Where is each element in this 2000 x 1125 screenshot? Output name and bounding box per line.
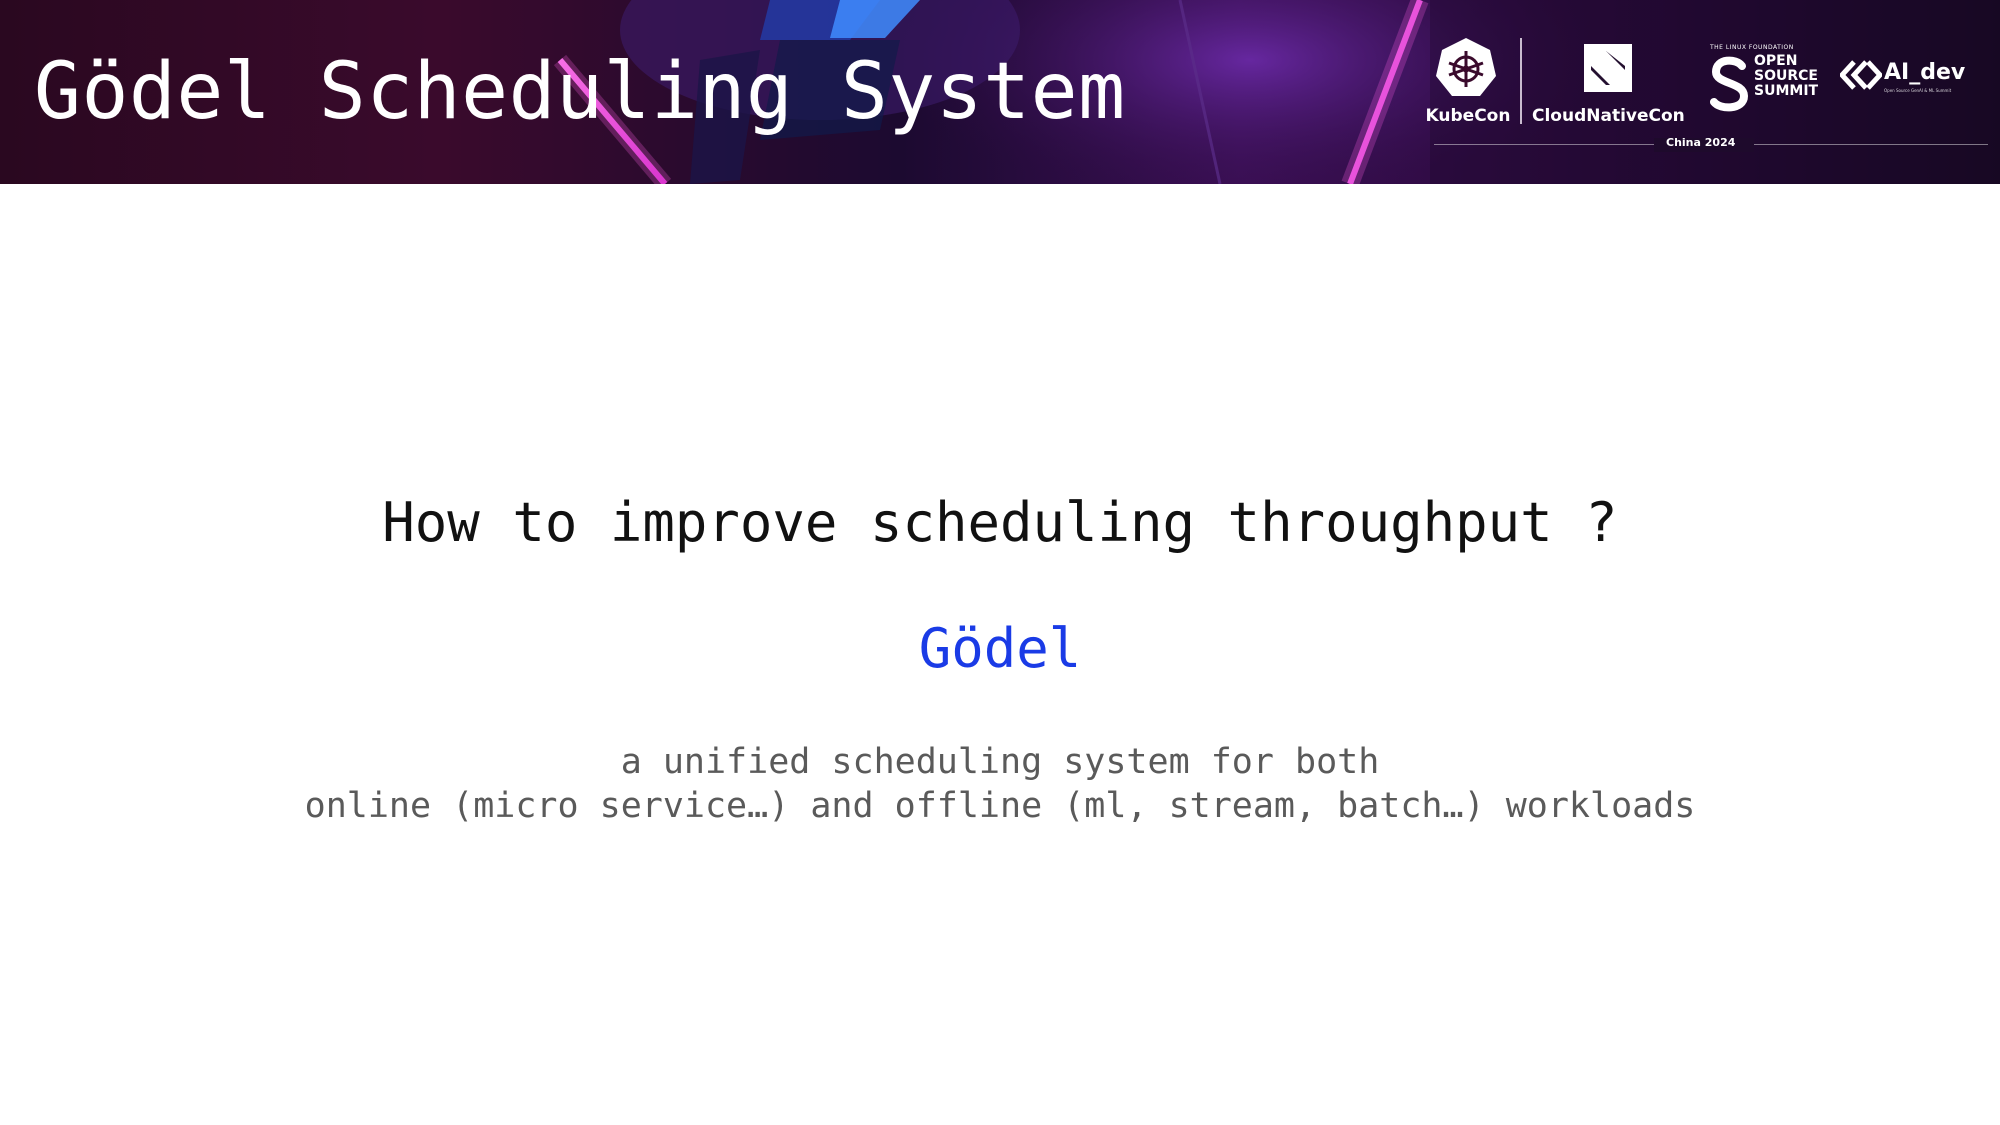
slide-body: How to improve scheduling throughput ? G… — [0, 184, 2000, 1125]
oss-word-source: SOURCE — [1754, 68, 1818, 84]
open-source-summit-logo: THE LINUX FOUNDATION OPEN SOURCE SUMMIT — [1710, 44, 1820, 124]
ai-dev-label: AI_dev — [1884, 60, 1966, 85]
ai-dev-logo: AI_dev Open Source GenAI & ML Summit — [1840, 60, 1990, 100]
oss-s-icon — [1710, 56, 1749, 112]
answer-highlight: Gödel — [918, 617, 1082, 680]
kubernetes-helm-icon — [1436, 38, 1496, 96]
slide-title: Gödel Scheduling System — [34, 47, 1126, 137]
header-banner: Gödel Scheduling System KubeCon CloudNat… — [0, 0, 2000, 184]
event-logos: KubeCon CloudNativeCon THE LINUX FOUNDAT… — [1420, 30, 1990, 160]
cloudnativecon-label: CloudNativeCon — [1532, 106, 1685, 126]
ai-dev-tagline: Open Source GenAI & ML Summit — [1884, 88, 1952, 93]
cncf-icon — [1584, 44, 1632, 92]
linux-foundation-label: THE LINUX FOUNDATION — [1710, 44, 1794, 51]
question-heading: How to improve scheduling throughput ? — [382, 491, 1618, 554]
kubecon-logo: KubeCon — [1420, 30, 1510, 130]
event-label: China 2024 — [1666, 136, 1736, 149]
ai-dev-chevrons-icon — [1840, 60, 1882, 90]
cloudnativecon-logo: CloudNativeCon — [1532, 30, 1685, 130]
oss-words: OPEN SOURCE SUMMIT — [1754, 54, 1818, 99]
kubecon-label: KubeCon — [1425, 106, 1511, 126]
description-line-1: a unified scheduling system for both — [620, 742, 1380, 782]
description-line-2: online (micro service…) and offline (ml,… — [304, 786, 1696, 826]
description: a unified scheduling system for both onl… — [0, 740, 2000, 828]
logo-divider — [1520, 38, 1522, 124]
slide: Gödel Scheduling System KubeCon CloudNat… — [0, 0, 2000, 1125]
oss-word-summit: SUMMIT — [1754, 83, 1819, 99]
oss-word-open: OPEN — [1754, 53, 1798, 69]
